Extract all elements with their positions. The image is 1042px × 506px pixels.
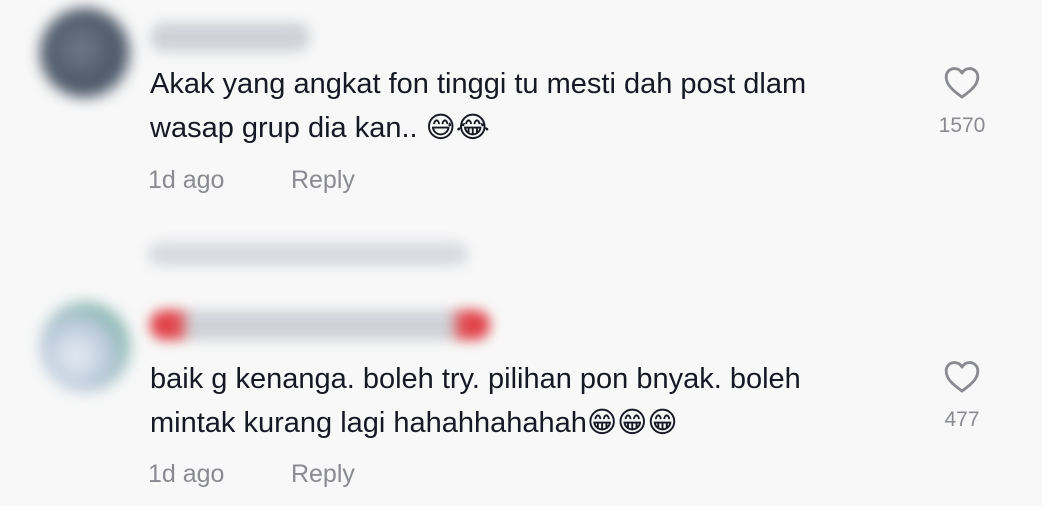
comment-text: baik g kenanga. boleh try. pilihan pon b… [150,363,801,439]
comment-meta: 1d ago Reply [148,460,355,489]
reply-button[interactable]: Reply [291,460,355,488]
reply-button[interactable]: Reply [291,166,355,194]
comment-text: Akak yang angkat fon tinggi tu mesti dah… [150,68,807,144]
heart-outline-icon[interactable] [917,64,1007,100]
comment-timestamp: 1d ago [148,460,225,488]
username-blurred[interactable] [150,22,310,52]
comment-timestamp: 1d ago [148,166,225,194]
like-count: 477 [944,408,980,431]
heart-outline-icon[interactable] [917,358,1007,394]
like-button[interactable]: 1570 [917,64,1007,138]
like-button[interactable]: 477 [917,358,1007,432]
avatar[interactable] [40,8,130,98]
avatar[interactable] [40,302,130,392]
username-blurred[interactable] [150,310,490,340]
comment-meta: 1d ago Reply [148,166,355,195]
like-count: 1570 [938,114,986,137]
view-more-replies-blurred[interactable] [148,242,468,266]
